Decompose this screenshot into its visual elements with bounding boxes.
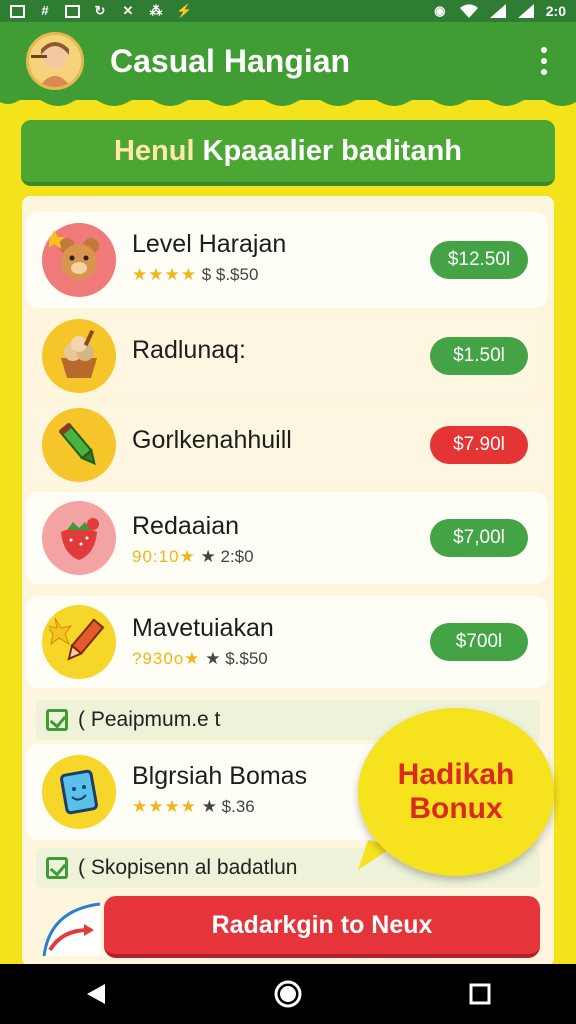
status-bar: # ↻ ✕ ⁂ ⚡ ◉ 2:0 [0,0,576,22]
app-header: Casual Hangian [0,22,576,100]
section-label: ( Skopisenn al badatlun [78,856,298,879]
price-button[interactable]: $12.50l [430,241,528,279]
item-rating: ★★★★ $ $.$50 [132,265,286,285]
wifi-icon [459,4,478,18]
status-left-icons: # ↻ ✕ ⁂ ⚡ [10,4,192,18]
item-name: Mavetuiakan [132,614,274,642]
check-icon [46,857,68,879]
rating-text: $ $.$50 [196,265,259,284]
status-time: 2:0 [545,3,566,19]
item-rating: ★★★★ ★ $.36 [132,797,307,817]
list-item[interactable]: Level Harajan ★★★★ $ $.$50 $12.50l [26,212,548,308]
crayon-icon [42,408,116,482]
item-rating: ?930o★ ★ $.$50 [132,649,274,669]
grid2-icon: ⁂ [149,3,163,18]
item-text: Level Harajan ★★★★ $ $.$50 [132,230,286,285]
tools-icon: ✕ [122,3,134,18]
banner-accent-text: Henul [113,134,195,167]
item-name: Blgrsiah Bomas [132,762,308,790]
status-right-icons: ◉ 2:0 [432,3,566,19]
tablet-icon [42,755,116,829]
rating-stars: 90:10★ [132,547,196,566]
item-text: Gorlkenahhuill [132,426,292,455]
item-name: Redaaian [132,512,240,540]
strawberry-icon [42,501,116,575]
list-item[interactable]: Gorlkenahhuill $7.90l [26,404,548,486]
bonus-line2: Bonux [409,792,503,825]
home-icon [274,980,302,1008]
bonus-line1: Hadikah [397,758,515,791]
hash-icon: # [41,3,49,18]
system-nav-bar [0,964,576,1024]
banner-text: Kpaaalier baditanh [202,134,463,167]
section-label: ( Peaipmum.e t [78,708,221,731]
signal-icon [489,4,506,18]
back-button[interactable] [76,974,116,1014]
dot-icon [541,47,547,53]
dot-icon [541,58,547,64]
alarm-icon: ◉ [434,3,446,18]
list-item[interactable]: Mavetuiakan ?930o★ ★ $.$50 $700l [26,596,548,688]
rating-stars: ?930o★ [132,649,201,668]
sync-icon: ↻ [94,3,106,18]
price-button[interactable]: $7,00l [430,519,528,557]
item-name: Level Harajan [132,230,287,258]
item-rating: 90:10★ ★ 2:$0 [132,547,254,567]
sundae-icon [42,319,116,393]
list-item-content[interactable]: Radlunaq: $1.50l [26,314,548,398]
item-name: Gorlkenahhuill [132,426,292,454]
grid-icon [10,4,25,18]
rating-stars: ★★★★ [132,797,197,816]
check-icon [46,709,68,731]
rating-text: ★ 2:$0 [195,547,254,566]
rating-text: ★ $.$50 [200,649,268,668]
teddy-bear-icon [42,223,116,297]
promo-banner[interactable]: Henul Kpaaalier baditanh [21,120,555,186]
recents-button[interactable] [460,974,500,1014]
price-button[interactable]: $700l [430,623,528,661]
price-button[interactable]: $1.50l [430,337,528,375]
bonus-bubble[interactable]: Hadikah Bonux [358,708,554,876]
dot-icon [541,69,547,75]
drawing-icon [42,902,101,957]
bolt-icon: ⚡ [176,3,193,18]
list-item[interactable]: Redaaian 90:10★ ★ 2:$0 $7,00l [26,492,548,584]
back-icon [87,984,105,1004]
item-text: Blgrsiah Bomas ★★★★ ★ $.36 [132,762,307,817]
rocket-pencil-icon [42,605,116,679]
item-text: Radlunaq: [132,336,246,365]
avatar[interactable] [26,32,84,90]
recents-icon [469,983,491,1005]
image-icon [65,4,80,18]
rating-stars: ★★★★ [132,265,197,284]
header-wave [0,96,576,106]
item-text: Redaaian 90:10★ ★ 2:$0 [132,512,254,567]
price-button[interactable]: $7.90l [430,426,528,464]
rating-text: ★ $.36 [196,797,255,816]
battery-icon [517,4,534,18]
item-text: Mavetuiakan ?930o★ ★ $.$50 [132,614,274,669]
app-title: Casual Hangian [110,42,351,79]
cta-button[interactable]: Radarkgin to Neux [104,896,540,958]
item-name: Radlunaq: [132,336,246,364]
more-options-button[interactable] [532,41,556,81]
home-button[interactable] [268,974,308,1014]
